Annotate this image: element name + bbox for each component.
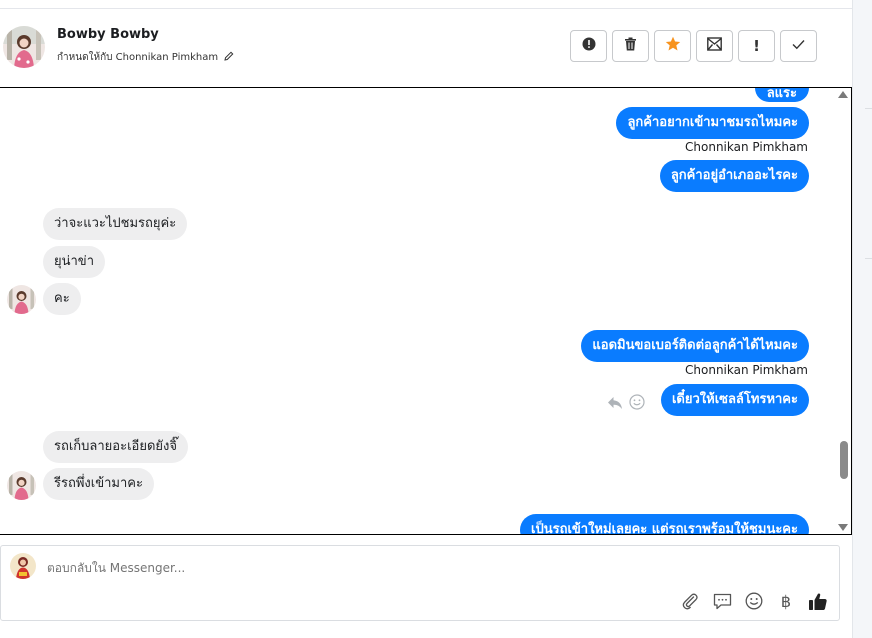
message-bubble-outgoing: แอดมินขอเบอร์ติดต่อลูกค้าได้ไหมคะ bbox=[581, 330, 809, 362]
contact-avatar-small bbox=[7, 285, 36, 314]
attach-icon[interactable] bbox=[679, 590, 701, 612]
react-smiley-icon[interactable] bbox=[629, 394, 645, 414]
star-icon bbox=[665, 36, 681, 56]
contact-avatar-small bbox=[7, 471, 36, 500]
agent-avatar bbox=[10, 553, 36, 579]
message-bubble-outgoing: ลูกค้าอยากเข้ามาชมรถไหมคะ bbox=[616, 107, 809, 139]
emoji-icon[interactable] bbox=[743, 590, 765, 612]
reply-composer: ฿ bbox=[0, 545, 840, 621]
contact-name: Bowby Bowby bbox=[57, 27, 159, 42]
message-hover-actions bbox=[607, 394, 645, 414]
sender-label: Chonnikan Pimkham bbox=[685, 363, 808, 377]
important-button[interactable]: ! bbox=[738, 30, 775, 62]
message-bubble-outgoing: ลแระ bbox=[754, 88, 809, 102]
message-bubble-outgoing: เป็นรถเข้าใหม่เลยคะ แต่รถเราพร้อมให้ชมนะ… bbox=[520, 514, 809, 534]
assignment-line[interactable]: กำหนดให้กับ Chonnikan Pimkham bbox=[57, 50, 234, 65]
check-icon bbox=[792, 38, 805, 54]
message-bubble-outgoing: เดี๋ยวให้เซลล์โทรหาคะ bbox=[660, 384, 809, 416]
assigned-agent: Chonnikan Pimkham bbox=[115, 52, 219, 63]
exclamation-icon: ! bbox=[753, 37, 760, 55]
message-bubble-incoming: คะ bbox=[43, 283, 81, 315]
scroll-down-arrow[interactable] bbox=[838, 524, 848, 531]
message-bubble-incoming: รีรถพึ่งเข้ามาคะ bbox=[43, 468, 154, 500]
sender-label: Chonnikan Pimkham bbox=[685, 140, 808, 154]
composer-toolbar: ฿ bbox=[679, 590, 829, 612]
reply-input[interactable] bbox=[47, 561, 547, 575]
message-bubble-outgoing: ลูกค้าอยู่อำเภออะไรคะ bbox=[659, 160, 809, 192]
contact-avatar[interactable] bbox=[3, 26, 45, 68]
mark-unread-icon bbox=[707, 37, 722, 55]
spam-icon bbox=[582, 37, 596, 55]
assigned-prefix: กำหนดให้กับ bbox=[57, 52, 113, 63]
saved-reply-icon[interactable] bbox=[711, 590, 733, 612]
scrollbar-thumb[interactable] bbox=[840, 441, 848, 479]
message-bubble-incoming: ว่าจะแวะไปชมรถยุค่ะ bbox=[43, 208, 188, 240]
star-button[interactable] bbox=[654, 30, 691, 62]
conversation-panel: Bowby Bowby กำหนดให้กับ Chonnikan Pimkha… bbox=[0, 0, 852, 638]
divider bbox=[865, 258, 872, 259]
message-bubble-incoming: รถเก็บลายอะเอียดยังจิ๊ bbox=[43, 431, 188, 463]
scroll-up-arrow[interactable] bbox=[838, 91, 848, 98]
edit-pencil-icon[interactable] bbox=[224, 51, 234, 64]
baht-icon[interactable]: ฿ bbox=[775, 590, 797, 612]
divider bbox=[865, 108, 872, 109]
mark-unread-button[interactable] bbox=[696, 30, 733, 62]
header-action-bar: ! bbox=[570, 30, 817, 64]
delete-button[interactable] bbox=[612, 30, 649, 62]
done-button[interactable] bbox=[780, 30, 817, 62]
message-bubble-incoming: ยุน่าข่า bbox=[43, 246, 105, 278]
thumbs-up-icon[interactable] bbox=[807, 590, 829, 612]
spam-button[interactable] bbox=[570, 30, 607, 62]
side-panel-edge bbox=[852, 0, 872, 638]
trash-icon bbox=[624, 37, 637, 55]
reply-arrow-icon[interactable] bbox=[607, 395, 623, 414]
message-thread[interactable]: ลแระ ลูกค้าอยากเข้ามาชมรถไหมคะ Chonnikan… bbox=[0, 87, 852, 535]
